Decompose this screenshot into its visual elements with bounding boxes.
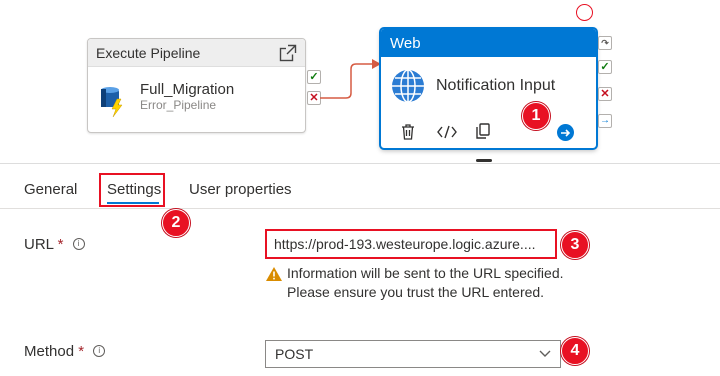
annotation-circle [576,4,593,21]
web-activity-header: Web [381,29,596,57]
tabs-divider [0,208,720,209]
tab-user-properties[interactable]: User properties [189,181,292,198]
execute-pipeline-subtitle: Error_Pipeline [140,98,217,112]
method-required-mark: * [78,343,85,360]
method-label: Method * i [24,343,106,360]
info-icon[interactable]: i [93,345,106,357]
delete-icon[interactable] [401,124,415,145]
failure-connector [320,59,381,99]
active-tab-indicator [107,202,159,204]
copy-icon[interactable] [476,123,490,145]
failure-output-handle[interactable]: ✕ [598,87,612,101]
method-select[interactable]: POST [265,340,561,368]
check-icon: ✓ [600,61,610,73]
web-activity[interactable]: Web Notification Input [380,28,597,149]
open-external-icon[interactable] [279,44,297,62]
method-select-value: POST [275,346,314,362]
callout-badge-4: 4 [561,337,589,365]
method-label-text: Method [24,343,75,360]
skip-output-handle[interactable]: ↷ [598,36,612,50]
execute-pipeline-activity[interactable]: Execute Pipeline Full_Migration Error_Pi… [87,38,306,133]
code-icon[interactable] [437,125,457,144]
url-input[interactable]: https://prod-193.westeurope.logic.azure.… [265,229,557,259]
warning-icon [265,266,283,287]
execute-pipeline-name: Full_Migration [140,81,235,98]
pane-resize-handle[interactable] [476,159,492,162]
success-output-handle[interactable]: ✓ [598,60,612,74]
url-warning-text: Information will be sent to the URL spec… [287,265,564,300]
url-label-text: URL [24,236,54,253]
url-required-mark: * [57,236,64,253]
callout-badge-1: 1 [522,102,550,130]
info-icon[interactable]: i [72,238,85,250]
close-icon: ✕ [600,88,610,100]
execute-pipeline-header: Execute Pipeline [88,39,305,67]
tab-general[interactable]: General [24,181,77,198]
web-activity-name: Notification Input [436,77,556,94]
execute-pipeline-title: Execute Pipeline [96,44,201,61]
globe-icon [391,69,425,108]
url-label: URL * i [24,236,85,253]
arrow-right-small-icon: → [600,115,610,126]
chevron-down-icon [539,341,551,376]
skip-arrow-icon: ↷ [601,38,609,48]
callout-badge-3: 3 [561,231,589,259]
completion-output-handle[interactable]: → [598,114,612,128]
pipeline-icon [98,83,128,118]
pane-divider [0,163,720,164]
arrow-right-icon[interactable] [557,124,574,141]
callout-badge-2: 2 [162,209,190,237]
